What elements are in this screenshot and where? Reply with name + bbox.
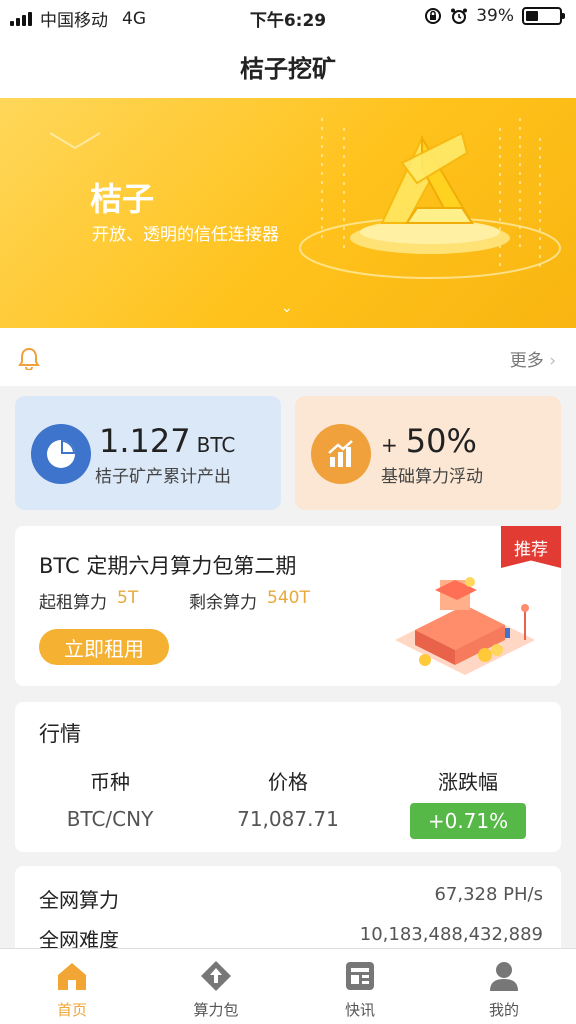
total-output-value: 1.127 BTC [99,422,236,460]
tab-profile-label: 我的 [488,1001,519,1019]
chevron-right-icon: › [549,351,556,371]
market-title: 行情 [39,722,81,746]
tab-home-label: 首页 [56,1001,87,1019]
battery-percent: 39% [476,6,514,26]
min-rent-label: 起租算力 [39,593,107,613]
more-label: 更多 [509,351,544,371]
upload-package-icon [201,961,231,991]
hero-banner[interactable]: 桔子 开放、透明的信任连接器 ⌄ [0,98,576,328]
package-title: BTC 定期六月算力包第二期 [39,554,297,578]
rent-now-button[interactable]: 立即租用 [39,629,169,665]
recommend-badge: 推荐 [501,526,561,568]
banner-subtitle: 开放、透明的信任连接器 [92,225,279,245]
market-header-pair: 币种 [90,770,130,794]
triangle-logo-icon [380,131,474,224]
status-bar: 中国移动 4G 下午6:29 39% [0,0,576,34]
user-icon [490,962,518,991]
market-col-price: 价格 71,087.71 [233,766,343,831]
min-rent-row: 起租算力 5T [39,588,138,613]
hashrate-float-label: 基础算力浮动 [381,467,483,487]
market-col-pair: 币种 BTC/CNY [55,766,165,831]
news-icon [346,962,374,990]
total-output-label: 桔子矿产累计产出 [95,467,231,487]
chevron-down-icon: ⌄ [281,300,293,316]
hashrate-float-card[interactable]: +50% 基础算力浮动 [295,396,561,510]
remaining-row: 剩余算力 540T [189,588,310,613]
remaining-label: 剩余算力 [189,593,257,613]
tab-package[interactable]: 算力包 [144,949,288,1024]
page-title: 桔子挖矿 [0,34,576,98]
hashrate-float-value: +50% [381,422,477,460]
alarm-icon [451,8,468,24]
market-header-price: 价格 [268,770,308,794]
bottom-tab-bar: 首页 算力包 快讯 我的 [0,948,576,1024]
tab-profile[interactable]: 我的 [432,949,576,1024]
tab-home[interactable]: 首页 [0,949,144,1024]
more-link[interactable]: 更多 › [510,346,556,371]
hashrate-value: 67,328 PH/s [434,884,543,905]
market-change-badge: +0.71% [409,803,527,839]
notice-bar[interactable]: 更多 › [0,328,576,386]
tab-news[interactable]: 快讯 [288,949,432,1024]
pie-chart-icon [31,424,91,484]
bar-chart-trend-icon [311,424,371,484]
banner-title: 桔子 [90,180,155,218]
package-card[interactable]: 推荐 BTC 定期六月算力包第二期 起租算力 5T 剩余算力 540T 立即租用 [15,526,561,686]
market-price-value: 71,087.71 [237,807,339,831]
tab-news-label: 快讯 [344,1001,375,1019]
hashrate-label: 全网算力 [39,888,119,912]
tab-package-label: 算力包 [193,1001,239,1019]
min-rent-value: 5T [117,588,139,608]
market-col-change: 涨跌幅 +0.71% [403,766,533,839]
total-output-card[interactable]: 1.127 BTC 桔子矿产累计产出 [15,396,281,510]
bell-icon [18,347,40,370]
rotation-lock-icon [425,8,442,24]
battery-icon [522,7,565,25]
hashrate-row: 全网算力 67,328 PH/s [39,884,543,913]
home-icon [58,963,86,990]
shop-illustration-icon [395,577,535,675]
remaining-value: 540T [267,588,310,608]
market-header-change: 涨跌幅 [438,770,498,794]
market-pair-value: BTC/CNY [66,807,154,831]
market-card[interactable]: 行情 币种 BTC/CNY 价格 71,087.71 涨跌幅 +0.71% [15,702,561,852]
